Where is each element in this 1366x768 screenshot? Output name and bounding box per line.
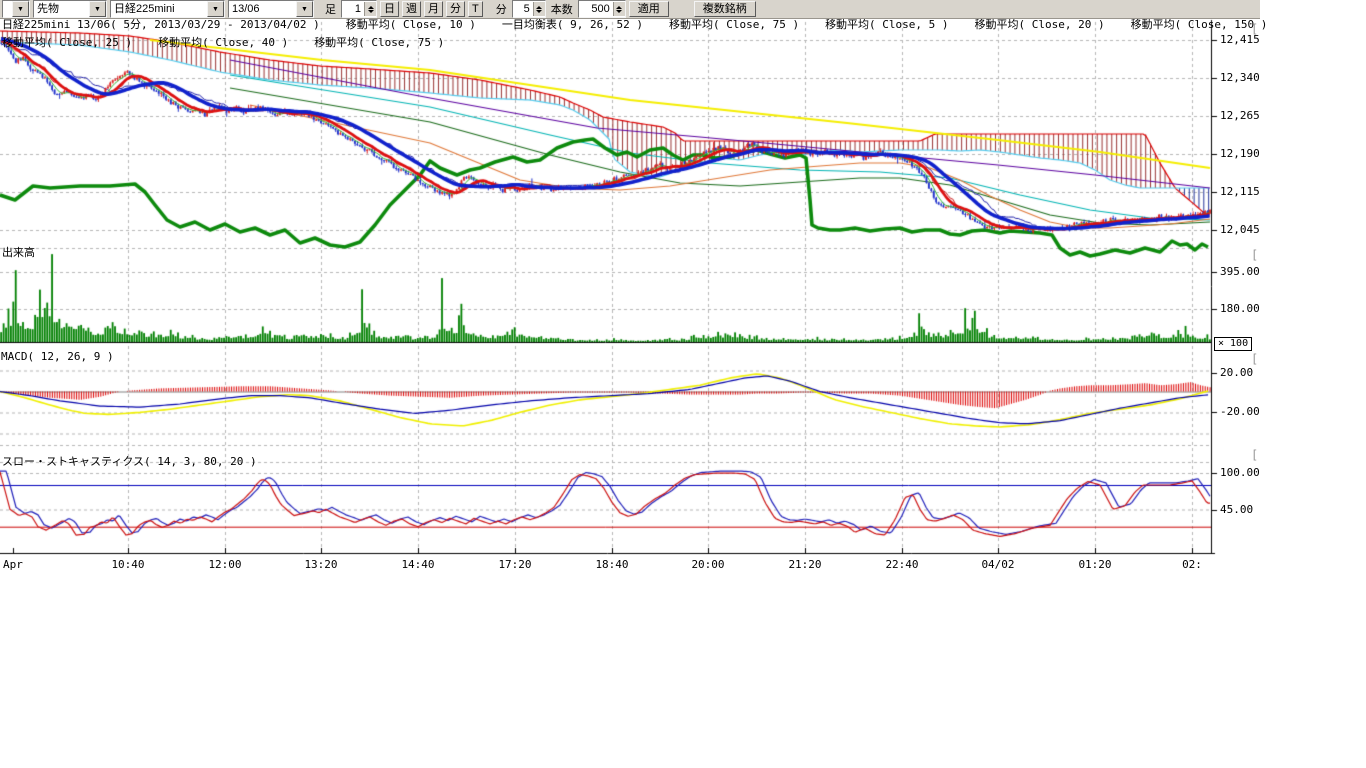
period-month-button[interactable]: 月: [424, 1, 443, 17]
chevron-down-icon[interactable]: ▼: [12, 1, 29, 17]
apply-button[interactable]: 適用: [629, 1, 669, 17]
symbol-combobox[interactable]: 日経225mini ▼: [110, 0, 225, 18]
price-chart-canvas[interactable]: [0, 0, 1366, 768]
chart-application-window: 日経225mini 13/06( 5分, 2013/03/29 - 2013/0…: [0, 0, 1366, 768]
spinner-arrows-icon[interactable]: [533, 2, 545, 16]
bar-interval-stepper[interactable]: 1: [341, 0, 377, 18]
chevron-down-icon[interactable]: ▼: [89, 1, 106, 17]
minute-stepper[interactable]: 5: [512, 0, 546, 18]
instrument-type-combobox[interactable]: 先物 ▼: [33, 0, 107, 18]
symbol-value: 日経225mini: [111, 2, 178, 17]
spinner-arrows-icon[interactable]: [364, 2, 376, 16]
bar-count-stepper[interactable]: 500: [578, 0, 626, 18]
bar-interval-value: 1: [352, 3, 364, 15]
period-minute-button[interactable]: 分: [446, 1, 465, 17]
minute-value: 5: [521, 3, 533, 15]
contract-month-value: 13/06: [229, 2, 263, 17]
spinner-arrows-icon[interactable]: [613, 2, 625, 16]
bar-count-label: 本数: [549, 1, 575, 17]
chevron-down-icon[interactable]: ▼: [207, 1, 224, 17]
hidden-selector-combobox[interactable]: ▼: [2, 0, 30, 18]
instrument-type-value: 先物: [34, 2, 62, 17]
period-day-button[interactable]: 日: [380, 1, 399, 17]
bar-count-value: 500: [588, 3, 612, 15]
chevron-down-icon[interactable]: ▼: [296, 1, 313, 17]
multi-symbol-button[interactable]: 複数銘柄: [694, 1, 756, 17]
bar-type-label: 足: [323, 1, 338, 17]
contract-month-combobox[interactable]: 13/06 ▼: [228, 0, 314, 18]
minute-label: 分: [494, 1, 509, 17]
toolbar: ▼ 先物 ▼ 日経225mini ▼ 13/06 ▼ 足 1 日 週 月 分 T…: [0, 0, 1260, 19]
period-tick-button[interactable]: T: [468, 1, 483, 17]
chart-area: 日経225mini 13/06( 5分, 2013/03/29 - 2013/0…: [0, 0, 1366, 768]
period-week-button[interactable]: 週: [402, 1, 421, 17]
